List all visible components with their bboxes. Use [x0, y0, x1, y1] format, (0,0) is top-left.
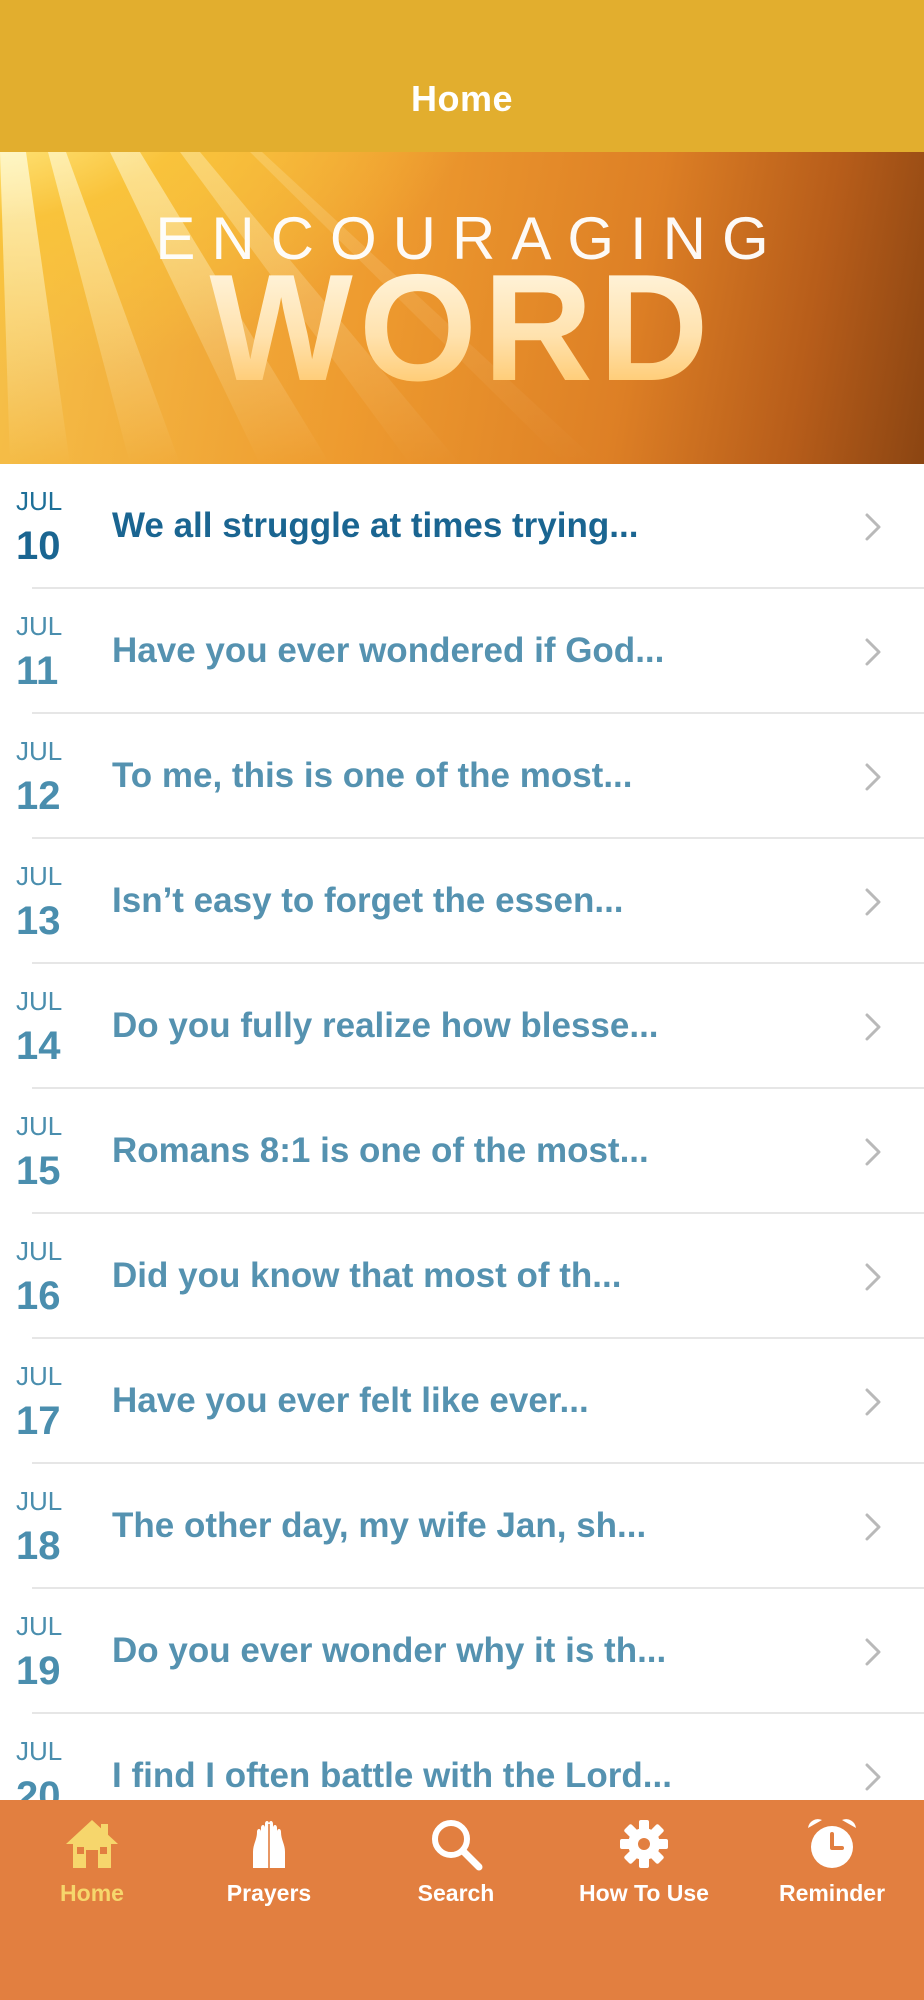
list-item[interactable]: JUL 14 Do you fully realize how blesse..… — [0, 964, 924, 1089]
date-month: JUL — [16, 1236, 63, 1266]
list-item[interactable]: JUL 17 Have you ever felt like ever... — [0, 1339, 924, 1464]
date-day: 10 — [16, 524, 61, 568]
devotion-title: The other day, my wife Jan, sh... — [112, 1506, 647, 1545]
praying-hands-icon — [253, 1821, 285, 1868]
tab-label: Home — [60, 1880, 124, 1906]
date-day: 17 — [16, 1399, 61, 1443]
devotion-title: Romans 8:1 is one of the most... — [112, 1131, 649, 1170]
alarm-clock-icon — [808, 1819, 856, 1868]
home-icon — [66, 1820, 118, 1868]
devotion-title: Do you ever wonder why it is th... — [112, 1631, 667, 1670]
tab-label: Reminder — [778, 1880, 886, 1906]
banner-title: WORD — [0, 252, 924, 404]
devotion-title: To me, this is one of the most... — [112, 756, 633, 795]
date-month: JUL — [16, 1111, 63, 1141]
chevron-right-icon — [865, 763, 881, 791]
date-month: JUL — [16, 986, 63, 1016]
chevron-right-icon — [865, 1263, 881, 1291]
list-item[interactable]: JUL 13 Isn’t easy to forget the essen... — [0, 839, 924, 964]
page-title: Home — [410, 78, 514, 119]
tab-how-to-use[interactable]: How To Use — [552, 1814, 736, 1934]
date-day: 16 — [16, 1274, 61, 1318]
tab-reminder[interactable]: Reminder — [740, 1814, 924, 1934]
chevron-right-icon — [865, 1763, 881, 1791]
devotion-title: Isn’t easy to forget the essen... — [112, 881, 624, 920]
chevron-right-icon — [865, 513, 881, 541]
date-month: JUL — [16, 861, 63, 891]
list-item[interactable]: JUL 11 Have you ever wondered if God... — [0, 589, 924, 714]
chevron-right-icon — [865, 1388, 881, 1416]
date-month: JUL — [16, 1611, 63, 1641]
tab-label: How To Use — [579, 1880, 709, 1906]
list-item[interactable]: JUL 20 I find I often battle with the Lo… — [0, 1714, 924, 1800]
date-month: JUL — [16, 486, 63, 516]
date-month: JUL — [16, 736, 63, 766]
date-month: JUL — [16, 1736, 63, 1766]
devotion-title: Have you ever wondered if God... — [112, 631, 665, 670]
chevron-right-icon — [865, 638, 881, 666]
tab-label: Prayers — [226, 1880, 312, 1906]
date-day: 18 — [16, 1524, 61, 1568]
date-day: 15 — [16, 1149, 61, 1193]
devotion-title: Did you know that most of th... — [112, 1256, 622, 1295]
tab-prayers[interactable]: Prayers — [177, 1814, 361, 1934]
devotion-title: I find I often battle with the Lord... — [112, 1756, 672, 1795]
date-month: JUL — [16, 611, 63, 641]
tab-search[interactable]: Search — [364, 1814, 548, 1934]
date-day: 11 — [16, 649, 59, 693]
hero-banner: ENCOURAGING WORD — [0, 152, 924, 464]
date-day: 12 — [16, 774, 61, 818]
tab-bar: Home Prayers Search How To Use Reminder — [0, 1800, 924, 2000]
devotion-title: Have you ever felt like ever... — [112, 1381, 589, 1420]
devotion-title: Do you fully realize how blesse... — [112, 1006, 659, 1045]
nav-bar: Home — [0, 0, 924, 152]
devotion-list: JUL 10 We all struggle at times trying..… — [0, 464, 924, 1800]
list-item[interactable]: JUL 10 We all struggle at times trying..… — [0, 464, 924, 589]
chevron-right-icon — [865, 1138, 881, 1166]
devotion-title: We all struggle at times trying... — [112, 506, 639, 545]
chevron-right-icon — [865, 1638, 881, 1666]
date-month: JUL — [16, 1361, 63, 1391]
date-day: 20 — [16, 1774, 61, 1800]
chevron-right-icon — [865, 888, 881, 916]
date-day: 19 — [16, 1649, 61, 1693]
date-day: 14 — [16, 1024, 61, 1068]
tab-label: Search — [417, 1880, 495, 1906]
list-item[interactable]: JUL 18 The other day, my wife Jan, sh... — [0, 1464, 924, 1589]
list-item[interactable]: JUL 15 Romans 8:1 is one of the most... — [0, 1089, 924, 1214]
tab-home[interactable]: Home — [0, 1814, 184, 1934]
date-day: 13 — [16, 899, 61, 943]
date-month: JUL — [16, 1486, 63, 1516]
list-item[interactable]: JUL 16 Did you know that most of th... — [0, 1214, 924, 1339]
list-item[interactable]: JUL 19 Do you ever wonder why it is th..… — [0, 1589, 924, 1714]
chevron-right-icon — [865, 1513, 881, 1541]
search-icon — [432, 1820, 483, 1871]
list-item[interactable]: JUL 12 To me, this is one of the most... — [0, 714, 924, 839]
gear-icon — [620, 1820, 668, 1868]
chevron-right-icon — [865, 1013, 881, 1041]
